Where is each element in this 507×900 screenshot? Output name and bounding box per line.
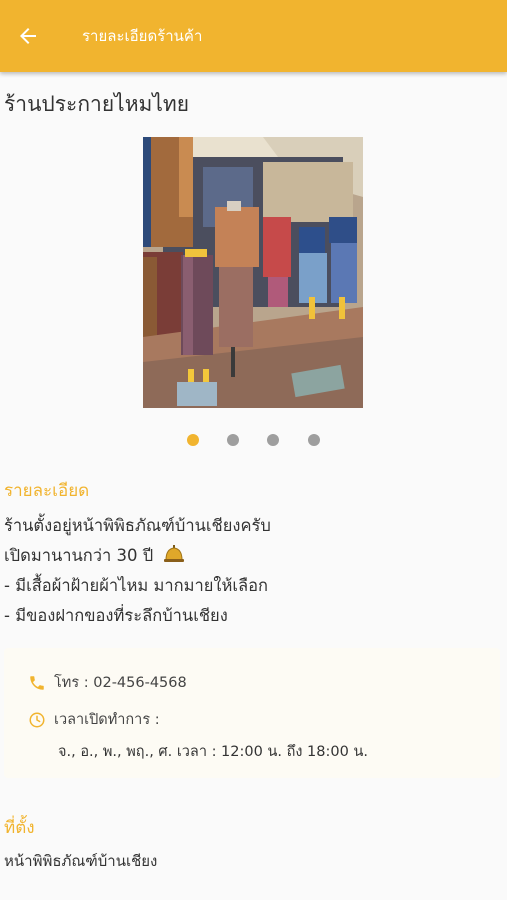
location-text: หน้าพิพิธภัณฑ์บ้านเชียง xyxy=(4,852,158,870)
carousel-dot-3[interactable] xyxy=(267,434,279,446)
hours-value: จ., อ., พ., พฤ., ศ. เวลา : 12:00 น. ถึง … xyxy=(58,744,368,760)
phone-row[interactable]: โทร : 02-456-4568 xyxy=(28,671,187,694)
clock-icon xyxy=(29,712,45,727)
app-bar: รายละเอียดร้านค้า xyxy=(0,0,507,72)
detail-line-2: เปิดมานานกว่า 30 ปี xyxy=(4,543,185,569)
details-heading: รายละเอียด xyxy=(4,481,90,501)
carousel-dot-1[interactable] xyxy=(187,434,199,446)
carousel-dot-2[interactable] xyxy=(227,434,239,446)
arrow-left-icon xyxy=(20,28,36,44)
shop-photo[interactable] xyxy=(143,137,363,408)
shop-photo-image xyxy=(143,137,363,408)
location-heading: ที่ตั้ง xyxy=(4,818,35,838)
detail-line-3: - มีเสื้อผ้าฝ้ายผ้าไหม มากมายให้เลือก xyxy=(4,576,268,595)
hours-row: เวลาเปิดทำการ : xyxy=(28,708,160,731)
detail-line-2-text: เปิดมานานกว่า 30 ปี xyxy=(4,546,154,565)
page-title: รายละเอียดร้านค้า xyxy=(82,27,203,45)
carousel-indicator xyxy=(0,433,507,447)
back-button[interactable] xyxy=(0,0,56,72)
bell-icon xyxy=(163,545,184,562)
detail-line-1: ร้านตั้งอยู่หน้าพิพิธภัณฑ์บ้านเชียงครับ xyxy=(4,516,271,535)
carousel-dot-4[interactable] xyxy=(308,434,320,446)
phone-text: โทร : 02-456-4568 xyxy=(54,675,187,691)
detail-line-4: - มีของฝากของที่ระลึกบ้านเชียง xyxy=(4,606,228,625)
phone-icon xyxy=(30,675,44,690)
shop-name: ร้านประกายไหมไทย xyxy=(4,92,190,116)
hours-label: เวลาเปิดทำการ : xyxy=(54,712,160,728)
